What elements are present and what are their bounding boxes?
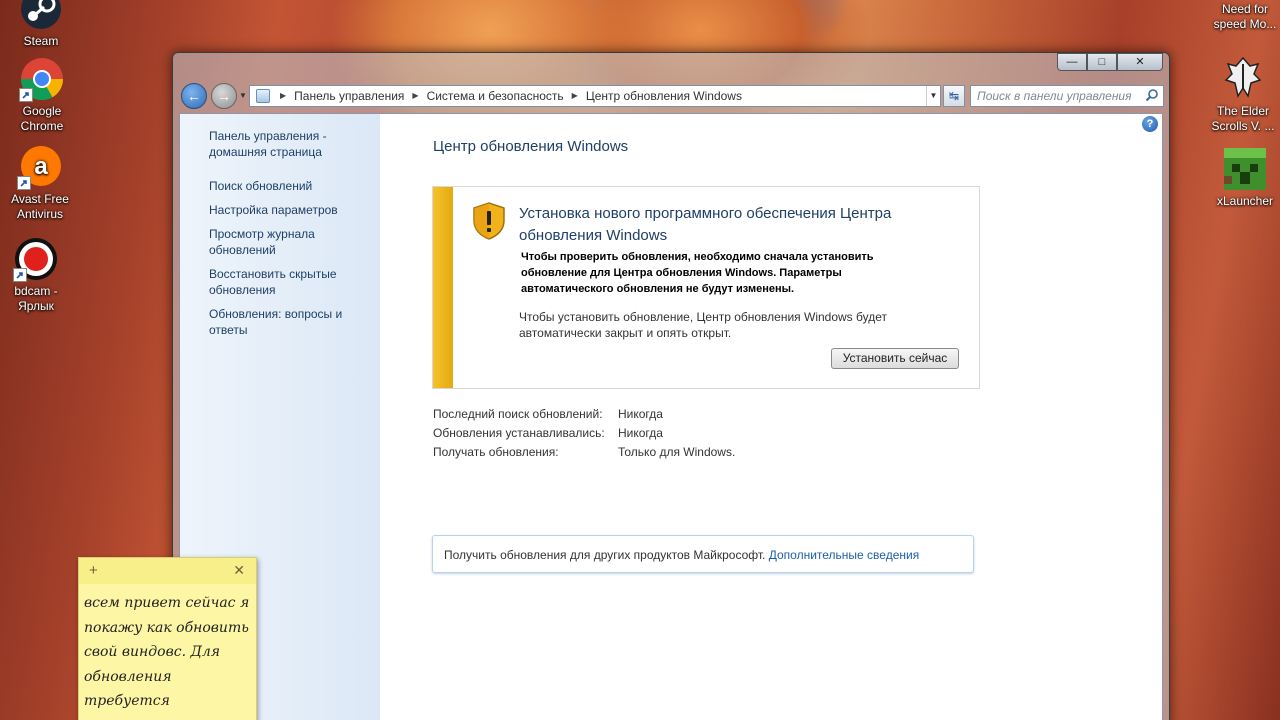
- alert-stripe: [433, 187, 453, 388]
- other-products-text: Получить обновления для других продуктов…: [444, 548, 766, 562]
- info-row-last-check: Последний поиск обновлений: Никогда: [433, 407, 663, 421]
- sticky-note[interactable]: + ✕ всем привет сейчас я покажу как обно…: [78, 557, 257, 720]
- desktop-icon-xlauncher[interactable]: xLauncher: [1205, 146, 1280, 209]
- breadcrumb-arrow-icon[interactable]: ▶: [280, 86, 286, 106]
- desktop-icon-steam[interactable]: Steam: [1, 0, 81, 49]
- info-label: Получать обновления:: [433, 445, 559, 459]
- desktop-icon-label: bdcam - Ярлык: [14, 284, 58, 313]
- info-value: Только для Windows.: [618, 445, 736, 459]
- breadcrumb-control-panel[interactable]: Панель управления: [294, 86, 404, 106]
- avast-icon: a: [17, 144, 63, 190]
- desktop-icon-skyrim[interactable]: The Elder Scrolls V. ...: [1203, 56, 1280, 134]
- control-panel-window: — □ ✕ ← → ▼ ▶ Панель управления ▶ Систем…: [172, 52, 1170, 720]
- sidebar-item-settings[interactable]: Настройка параметров: [209, 202, 374, 218]
- title-bar: — □ ✕: [173, 53, 1169, 79]
- help-icon[interactable]: ?: [1142, 116, 1158, 132]
- warning-shield-icon: [471, 201, 507, 241]
- window-content: Панель управления - домашняя страница По…: [179, 113, 1163, 720]
- shortcut-arrow-icon: [19, 88, 33, 102]
- desktop-icon-label: Avast Free Antivirus: [11, 192, 69, 221]
- desktop-icon-label: Steam: [23, 34, 59, 48]
- install-now-button[interactable]: Установить сейчас: [831, 348, 959, 369]
- alert-bold-text: Чтобы проверить обновления, необходимо с…: [521, 251, 874, 295]
- desktop-icon-label: The Elder Scrolls V. ...: [1211, 104, 1275, 133]
- refresh-button[interactable]: ↹: [943, 85, 965, 107]
- page-title: Центр обновления Windows: [433, 138, 629, 155]
- svg-text:a: a: [34, 153, 48, 180]
- add-note-icon[interactable]: +: [89, 562, 98, 579]
- desktop-icon-bdcam[interactable]: bdcam - Ярлык: [0, 236, 76, 314]
- info-row-receive: Получать обновления: Только для Windows.: [433, 445, 735, 459]
- breadcrumb-arrow-icon[interactable]: ▶: [572, 86, 578, 106]
- breadcrumb-arrow-icon[interactable]: ▶: [412, 86, 418, 106]
- sidebar-item-faq[interactable]: Обновления: вопросы и ответы: [209, 306, 374, 338]
- sticky-note-text[interactable]: всем привет сейчас я покажу как обновить…: [84, 591, 250, 714]
- alert-heading: Установка нового программного обеспечени…: [519, 205, 892, 244]
- bdcam-icon: [13, 236, 59, 282]
- maximize-button[interactable]: □: [1087, 53, 1117, 71]
- desktop-icon-label: xLauncher: [1216, 194, 1274, 208]
- other-products-box: Получить обновления для других продуктов…: [432, 535, 974, 573]
- breadcrumb-system-security[interactable]: Система и безопасность: [427, 86, 564, 106]
- desktop-icon-label: Need for speed Mo...: [1213, 2, 1277, 31]
- info-label: Обновления устанавливались:: [433, 426, 605, 440]
- shortcut-arrow-icon: [17, 176, 31, 190]
- update-alert-panel: Установка нового программного обеспечени…: [432, 186, 980, 389]
- sidebar-item-home[interactable]: Панель управления - домашняя страница: [209, 128, 374, 160]
- search-placeholder: Поиск в панели управления: [977, 89, 1132, 103]
- search-icon[interactable]: [1145, 88, 1159, 102]
- info-label: Последний поиск обновлений:: [433, 407, 603, 421]
- search-input[interactable]: Поиск в панели управления: [970, 85, 1164, 107]
- sidebar-item-restore-hidden[interactable]: Восстановить скрытые обновления: [209, 266, 374, 298]
- sidebar-item-history[interactable]: Просмотр журнала обновлений: [209, 226, 374, 258]
- desktop-icon-avast[interactable]: a Avast Free Antivirus: [0, 144, 80, 222]
- breadcrumb-windows-update[interactable]: Центр обновления Windows: [586, 86, 742, 106]
- address-bar[interactable]: ▶ Панель управления ▶ Система и безопасн…: [249, 85, 941, 107]
- more-info-link[interactable]: Дополнительные сведения: [769, 548, 919, 562]
- control-panel-icon: [256, 89, 270, 103]
- address-dropdown-icon[interactable]: ▼: [926, 86, 940, 106]
- shortcut-arrow-icon: [13, 268, 27, 282]
- skyrim-icon: [1220, 56, 1266, 102]
- minimize-button[interactable]: —: [1057, 53, 1087, 71]
- recent-pages-dropdown-icon[interactable]: ▼: [239, 91, 247, 100]
- back-button[interactable]: ←: [181, 83, 207, 109]
- info-value: Никогда: [618, 407, 663, 421]
- info-row-installed: Обновления устанавливались: Никогда: [433, 426, 663, 440]
- info-value: Никогда: [618, 426, 663, 440]
- desktop-icon-label: Google Chrome: [20, 104, 64, 133]
- chrome-icon: [19, 56, 65, 102]
- alert-text: Чтобы установить обновление, Центр обнов…: [519, 310, 887, 340]
- sticky-note-toolbar: + ✕: [79, 558, 256, 584]
- sidebar-item-check-updates[interactable]: Поиск обновлений: [209, 178, 374, 194]
- xlauncher-icon: [1222, 146, 1268, 192]
- window-controls: — □ ✕: [1057, 53, 1163, 71]
- forward-button[interactable]: →: [211, 83, 237, 109]
- desktop-icon-chrome[interactable]: Google Chrome: [2, 56, 82, 134]
- desktop-icon-nfs[interactable]: Need for speed Mo...: [1209, 0, 1280, 32]
- steam-icon: [18, 0, 64, 32]
- close-note-icon[interactable]: ✕: [233, 562, 245, 579]
- close-button[interactable]: ✕: [1117, 53, 1163, 71]
- navigation-bar: ← → ▼ ▶ Панель управления ▶ Система и бе…: [173, 79, 1169, 113]
